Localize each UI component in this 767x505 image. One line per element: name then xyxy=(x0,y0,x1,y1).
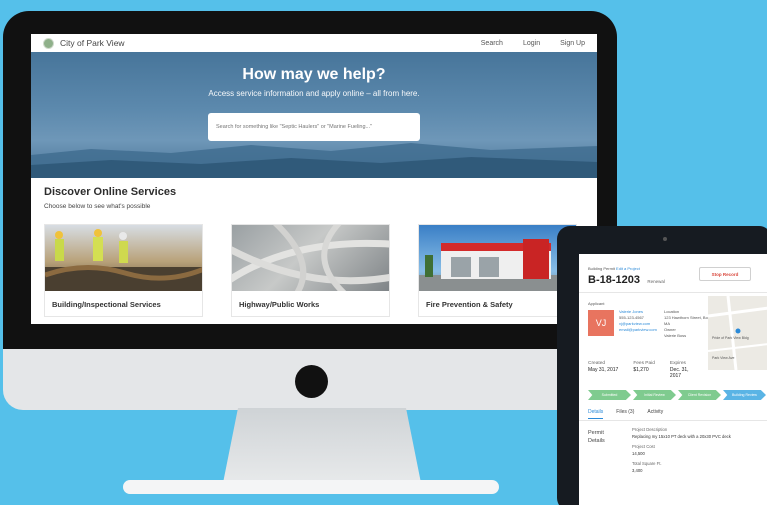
nav-signup-link[interactable]: Sign Up xyxy=(560,40,585,47)
step-submitted[interactable]: Submitted xyxy=(588,390,631,400)
power-button-icon xyxy=(295,365,328,398)
step-client-revision[interactable]: Client Revision xyxy=(678,390,721,400)
site-header: City of Park View Search Login Sign Up xyxy=(31,34,597,52)
record-tabs: Details Files (3) Activity xyxy=(588,409,663,419)
tablet-device: Building Permit Edit a Project B-18-1203… xyxy=(557,226,767,505)
avatar: VJ xyxy=(588,310,614,336)
hero-title: How may we help? xyxy=(242,66,386,83)
workflow-progress: Submitted Initial Review Client Revision… xyxy=(588,390,766,400)
construction-workers-image xyxy=(45,225,202,291)
applicant-info: Valerie Jones 555-123-4567 vj@parkview.c… xyxy=(619,309,657,333)
detail-cost-value: 14,500 xyxy=(632,450,645,456)
permit-label-line2: Details xyxy=(588,438,605,444)
service-card-building[interactable]: Building/Inspectional Services xyxy=(44,224,203,317)
site-name[interactable]: City of Park View xyxy=(60,38,125,48)
service-card-building-title: Building/Inspectional Services xyxy=(52,300,161,309)
service-cards: Building/Inspectional Services Highway/P… xyxy=(44,224,584,317)
stat-expires-value: Dec. 31, 2017 xyxy=(669,367,689,379)
stat-fees-value: $1,270 xyxy=(633,367,649,373)
hero-banner: How may we help? Access service informat… xyxy=(31,52,597,178)
record-title-row: B-18-1203 Renewal xyxy=(588,274,665,286)
permit-label-line1: Permit xyxy=(588,430,604,436)
discover-subtitle: Choose below to see what's possible xyxy=(44,203,151,210)
desktop-screen: City of Park View Search Login Sign Up H… xyxy=(31,34,597,324)
header-nav: Search Login Sign Up xyxy=(481,40,585,47)
stat-expires: Expires Dec. 31, 2017 xyxy=(670,361,692,379)
breadcrumb: Building Permit Edit a Project xyxy=(588,266,665,271)
permit-details: Project Description Replacing my 15x10 P… xyxy=(632,427,731,474)
service-card-highway[interactable]: Highway/Public Works xyxy=(231,224,390,317)
stat-created: Created May 31, 2017 xyxy=(588,361,618,379)
tab-files[interactable]: Files (3) xyxy=(616,409,634,419)
discover-section: Discover Online Services Choose below to… xyxy=(31,178,597,324)
stat-fees: Fees Paid $1,270 xyxy=(633,361,655,379)
map-pin-icon xyxy=(735,328,741,334)
camera-dot-icon xyxy=(663,237,667,241)
service-card-highway-title: Highway/Public Works xyxy=(239,300,320,309)
highway-interchange-image xyxy=(232,225,389,291)
nav-login-link[interactable]: Login xyxy=(523,40,540,47)
detail-description-value: Replacing my 15x10 PT deck with a 20x30 … xyxy=(632,433,731,439)
breadcrumb-link[interactable]: Edit a Project xyxy=(616,266,640,271)
record-status: Renewal xyxy=(647,279,665,284)
applicant-email-alt[interactable]: email@parkview.com xyxy=(619,327,657,333)
stop-record-button[interactable]: Stop Record xyxy=(699,267,751,281)
monitor-stand-base xyxy=(123,480,499,494)
nav-search-link[interactable]: Search xyxy=(481,40,503,47)
city-seal-logo-icon[interactable] xyxy=(43,37,54,49)
tab-details[interactable]: Details xyxy=(588,409,604,419)
service-card-fire-title: Fire Prevention & Safety xyxy=(426,300,513,309)
step-building-review[interactable]: Building Review xyxy=(723,390,766,400)
stat-created-label: Created xyxy=(588,361,606,366)
service-card-fire[interactable]: Fire Prevention & Safety xyxy=(418,224,577,317)
search-input[interactable] xyxy=(208,113,420,141)
monitor-stand-neck xyxy=(222,408,422,488)
location-map[interactable]: Pride of Park View Bldg Park View Ave xyxy=(708,296,767,370)
stat-expires-label: Expires xyxy=(669,361,686,366)
record-id: B-18-1203 xyxy=(588,274,640,286)
step-initial-review[interactable]: Initial Review xyxy=(633,390,676,400)
tablet-screen: Building Permit Edit a Project B-18-1203… xyxy=(579,254,767,505)
tabs-divider xyxy=(579,420,767,421)
record-stats: Created May 31, 2017 Fees Paid $1,270 Ex… xyxy=(588,361,692,379)
record-header: Building Permit Edit a Project B-18-1203… xyxy=(588,266,665,286)
discover-title: Discover Online Services xyxy=(44,186,177,198)
permit-details-label: Permit Details xyxy=(588,429,605,445)
map-label-street: Park View Ave xyxy=(712,356,735,360)
header-divider xyxy=(579,292,767,293)
fire-station-image xyxy=(419,225,576,291)
stat-created-value: May 31, 2017 xyxy=(588,367,619,373)
tab-activity[interactable]: Activity xyxy=(647,409,663,419)
map-label-building: Pride of Park View Bldg xyxy=(712,336,749,340)
hero-subtitle: Access service information and apply onl… xyxy=(208,89,420,98)
detail-sqft-value: 3,400 xyxy=(632,467,643,473)
stat-fees-label: Fees Paid xyxy=(633,361,655,366)
breadcrumb-prefix: Building Permit xyxy=(588,266,615,271)
applicant-label: Applicant xyxy=(588,301,605,306)
